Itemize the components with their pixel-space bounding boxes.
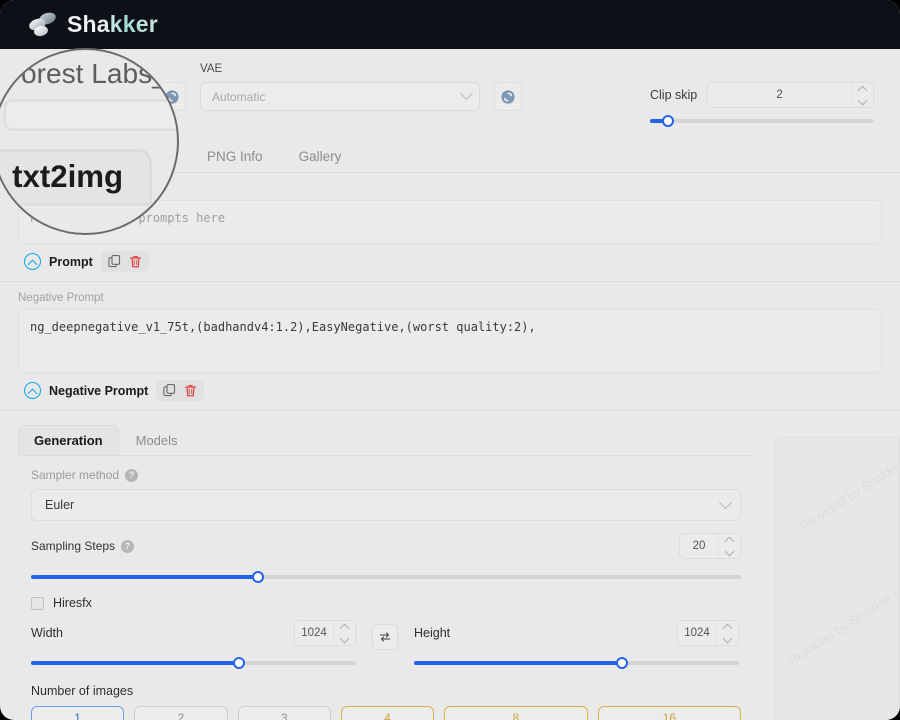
num-images-option-16[interactable]: 16 [597, 706, 741, 720]
hiresfix-row[interactable]: Hiresfx [18, 584, 754, 610]
steps-control: Sampling Steps ? 20 [18, 521, 754, 584]
width-control: Width 1024 [31, 620, 356, 670]
tab-gallery[interactable]: Gallery [283, 142, 358, 172]
clip-skip-field: Clip skip 2 [650, 63, 882, 128]
height-slider[interactable] [414, 656, 739, 670]
prompt-collapse-title: Prompt [49, 254, 93, 269]
num-images-option-8[interactable]: 8 [444, 706, 588, 720]
clip-skip-input[interactable]: 2 [707, 82, 874, 108]
clip-skip-value: 2 [776, 89, 783, 101]
sampler-select[interactable]: Euler [31, 489, 741, 521]
vae-field: VAE Automatic [200, 63, 480, 111]
sampler-control: Sampler method ? Euler [18, 456, 754, 521]
magnified-tab-txt2img: txt2img [0, 149, 153, 204]
magnified-model-title: Forest Labs_FLUX.1 Model Family [3, 57, 177, 90]
number-of-images-options: 1 2 3 4 8 16 [31, 706, 741, 720]
copy-icon[interactable] [162, 383, 177, 398]
magnified-select [3, 99, 177, 131]
sampler-value: Euler [45, 498, 75, 512]
width-value: 1024 [301, 627, 327, 639]
subtab-models[interactable]: Models [121, 426, 193, 455]
chevron-up-circle-icon[interactable] [24, 382, 41, 399]
help-icon[interactable]: ? [125, 468, 139, 482]
preview-canvas[interactable]: Provided by Shakker.ai Provided by Shakk… [774, 437, 900, 720]
refresh-icon [501, 89, 515, 104]
watermark: Provided by Shakker.ai [797, 449, 900, 534]
magnified-content: Forest Labs_FLUX.1 Model Family txt2img … [0, 50, 177, 233]
swap-dimensions-button[interactable] [372, 624, 398, 650]
steps-label: Sampling Steps [31, 539, 116, 553]
shakker-logo-icon [27, 10, 58, 38]
clip-skip-label: Clip skip [650, 88, 698, 102]
vae-value: Automatic [212, 89, 266, 104]
magnifier-lens: Forest Labs_FLUX.1 Model Family txt2img … [0, 48, 179, 235]
generation-panel: Generation Models Sampler method ? Euler [18, 425, 754, 720]
dimensions-row: Width 1024 Height 1024 [18, 610, 754, 670]
hiresfix-label: Hiresfx [53, 596, 92, 610]
watermark: Provided by Shakker.ai [785, 583, 900, 668]
trash-icon[interactable] [128, 254, 143, 269]
negative-prompt-block: Negative Prompt ng_deepnegative_v1_75t,(… [0, 282, 900, 410]
width-slider[interactable] [31, 656, 356, 670]
num-images-option-3[interactable]: 3 [237, 706, 331, 720]
help-icon[interactable]: ? [121, 539, 135, 553]
height-control: Height 1024 [414, 620, 739, 670]
num-images-option-4[interactable]: 4 [340, 706, 435, 720]
copy-icon[interactable] [107, 254, 122, 269]
negative-prompt-collapse-bar[interactable]: Negative Prompt [18, 373, 882, 410]
steps-slider[interactable] [31, 570, 741, 584]
height-value: 1024 [684, 627, 710, 639]
subtab-generation[interactable]: Generation [18, 425, 119, 455]
width-label: Width [31, 626, 63, 640]
number-of-images-control: Number of images 1 2 3 4 8 16 [18, 670, 754, 720]
chevron-down-icon [460, 87, 473, 101]
height-stepper[interactable] [716, 621, 738, 645]
vae-refresh-field [494, 63, 522, 111]
negative-prompt-input[interactable]: ng_deepnegative_v1_75t,(badhandv4:1.2),E… [18, 309, 882, 373]
clip-skip-stepper[interactable] [851, 83, 873, 107]
magnified-tab-img2img: img2img [152, 151, 177, 203]
vae-label: VAE [200, 63, 223, 75]
generation-subtabs: Generation Models [18, 425, 754, 455]
vae-select[interactable]: Automatic [200, 82, 480, 111]
steps-input[interactable]: 20 [679, 533, 741, 559]
num-images-option-1[interactable]: 1 [31, 706, 125, 720]
lower-area: Generation Models Sampler method ? Euler [0, 411, 900, 720]
preview-panel: Provided by Shakker.ai Provided by Shakk… [768, 425, 900, 720]
app-header: Shakker [0, 0, 900, 49]
app-window: Shakker Forest Labs_FLUX.1 Model Family [0, 0, 900, 720]
chevron-down-icon [719, 495, 732, 509]
height-label: Height [414, 626, 451, 640]
steps-value: 20 [692, 540, 706, 552]
swap-arrows-icon [379, 632, 391, 642]
height-input[interactable]: 1024 [677, 620, 739, 646]
prompt-collapse-bar[interactable]: Prompt [18, 244, 882, 281]
width-stepper[interactable] [333, 621, 355, 645]
chevron-up-circle-icon[interactable] [24, 253, 41, 270]
number-of-images-label: Number of images [31, 684, 134, 698]
tab-png-info[interactable]: PNG Info [191, 142, 279, 172]
steps-stepper[interactable] [718, 534, 740, 558]
brand-name: Shakker [67, 11, 158, 37]
negative-prompt-collapse-title: Negative Prompt [49, 383, 149, 398]
trash-icon[interactable] [183, 383, 198, 398]
sampler-label: Sampler method [31, 468, 120, 482]
hiresfix-checkbox[interactable] [31, 596, 44, 610]
clip-skip-slider[interactable] [650, 114, 874, 128]
negative-prompt-label: Negative Prompt [18, 292, 104, 304]
vae-refresh-button[interactable] [494, 82, 522, 111]
num-images-option-2[interactable]: 2 [134, 706, 228, 720]
width-input[interactable]: 1024 [294, 620, 356, 646]
